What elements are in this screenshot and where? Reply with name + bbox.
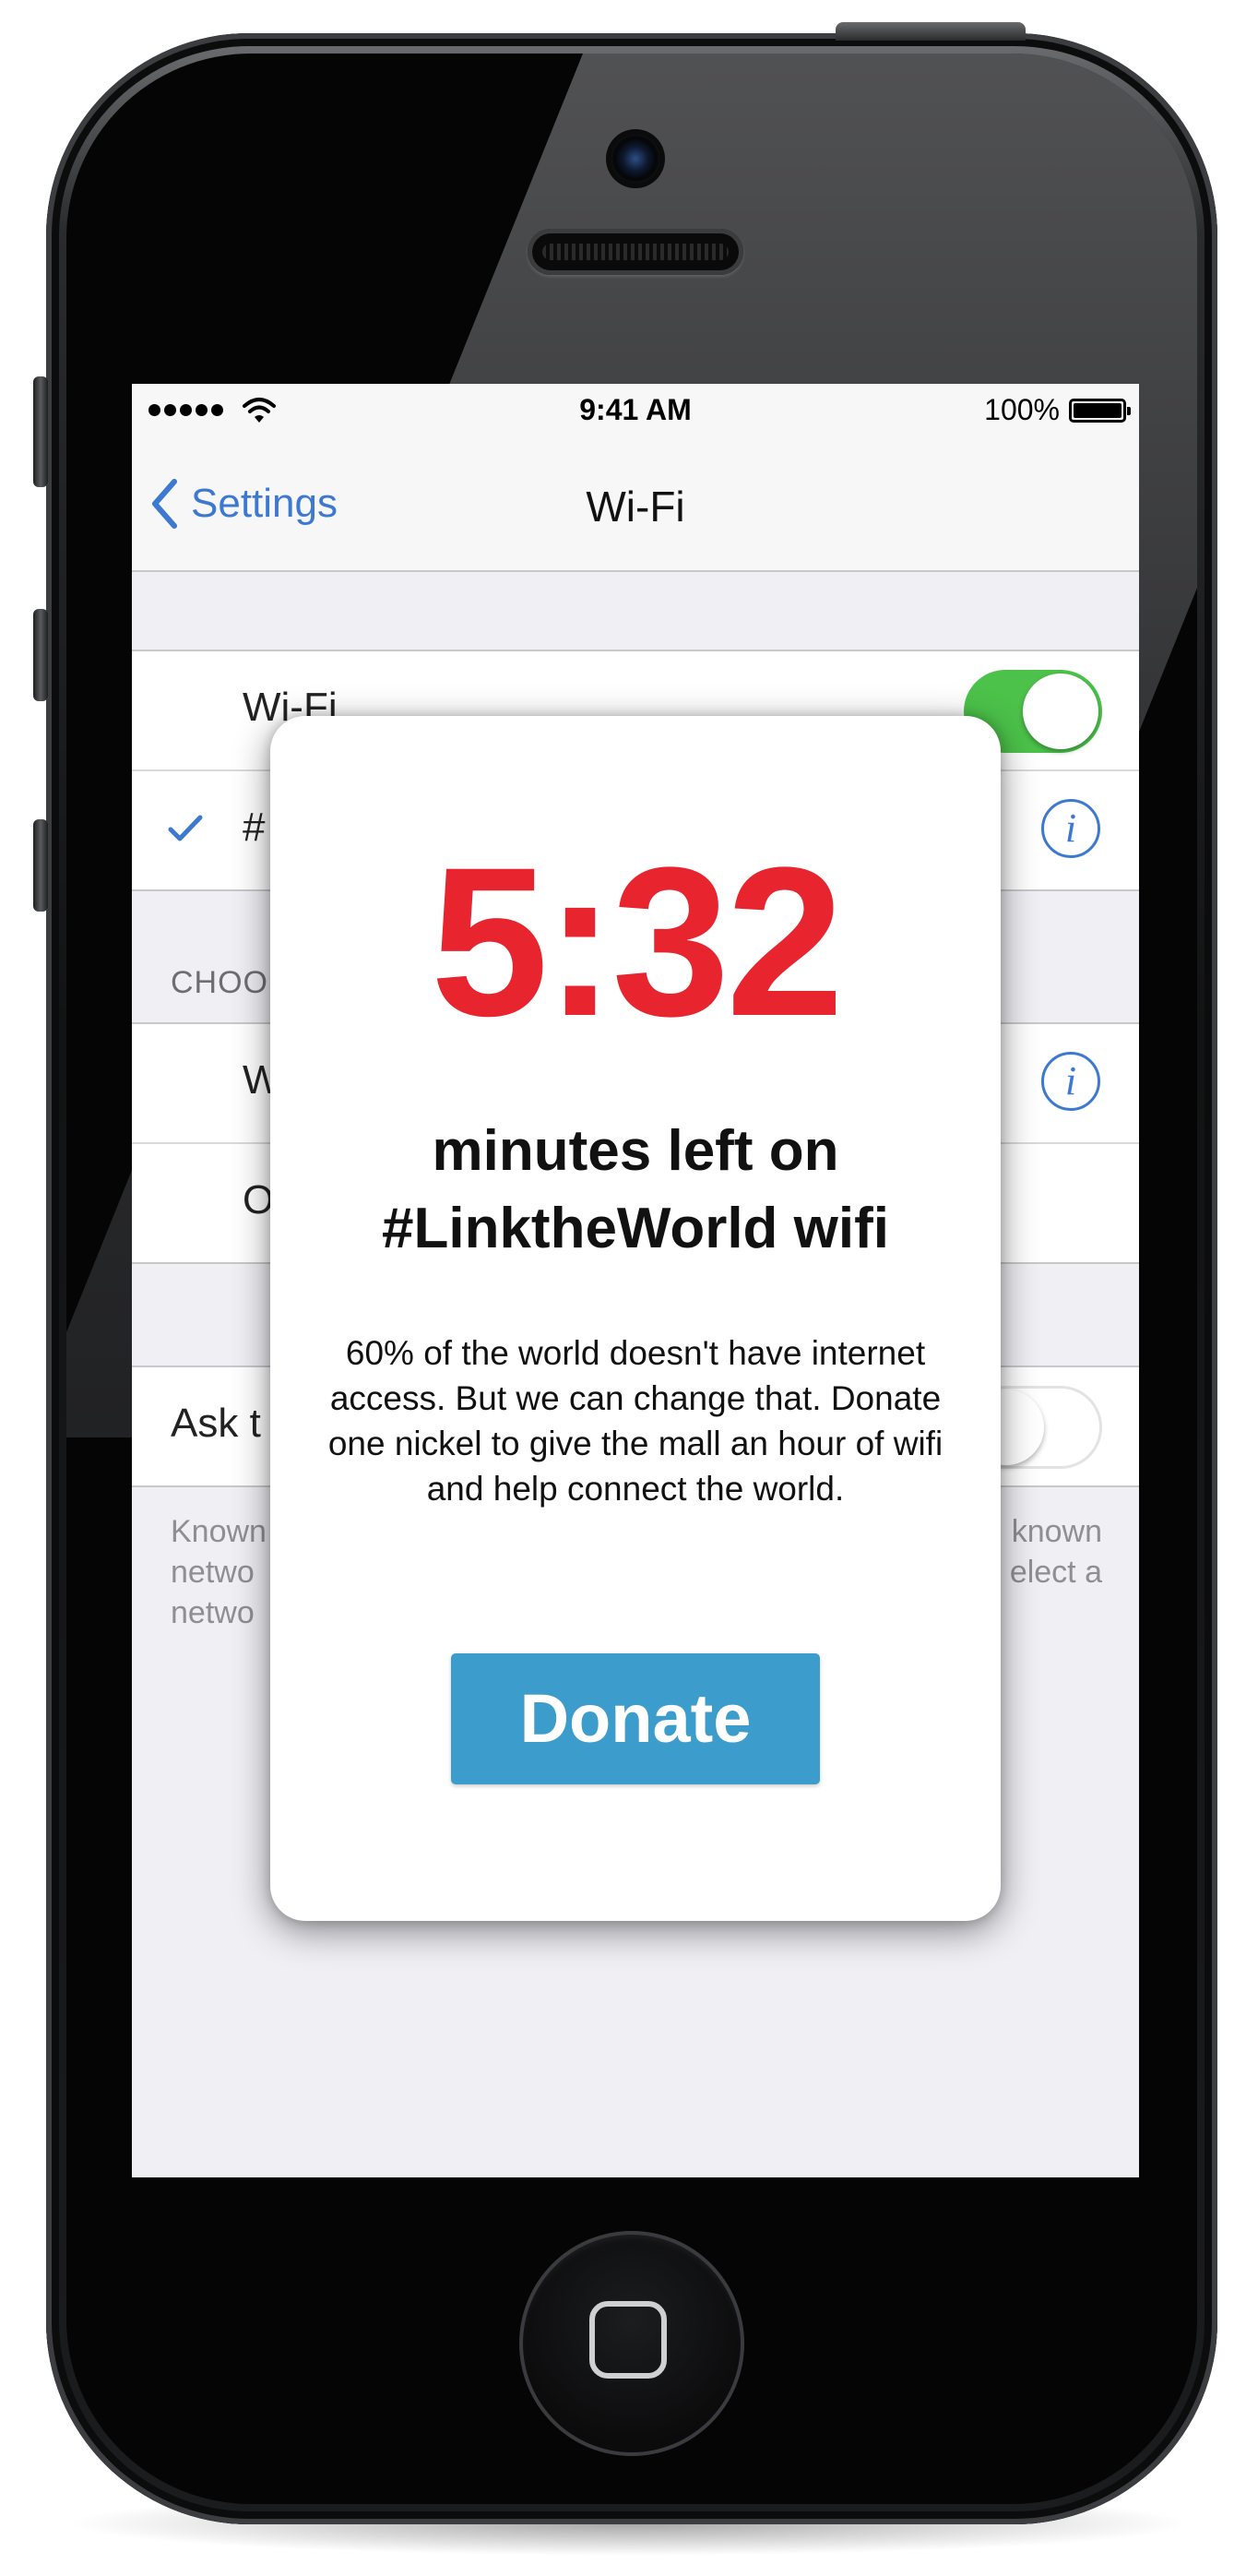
modal-headline: minutes left on #LinktheWorld wifi: [382, 1119, 889, 1260]
modal-body: 60% of the world doesn't have internet a…: [327, 1334, 944, 1508]
donation-modal: 5:32 minutes left on #LinktheWorld wifi …: [270, 716, 1001, 1921]
volume-up-button: [33, 609, 48, 701]
status-bar: 9:41 AM 100%: [132, 384, 1139, 439]
home-button-icon: [589, 2301, 667, 2379]
ask-to-join-label: Ask t: [171, 1401, 261, 1446]
footer-left-line: netwo: [171, 1555, 255, 1590]
footer-left-line: netwo: [171, 1595, 255, 1630]
front-camera: [611, 135, 659, 183]
checkmark-icon: [168, 815, 203, 841]
page-title: Wi-Fi: [586, 483, 685, 531]
earpiece-speaker: [528, 229, 743, 275]
footer-right-line: elect a: [1009, 1555, 1102, 1590]
donate-button[interactable]: Donate: [451, 1653, 820, 1784]
connected-network-name: #: [243, 805, 266, 850]
navigation-bar: Settings Wi-Fi: [132, 439, 1139, 572]
battery-percent: 100%: [984, 393, 1060, 426]
mute-switch: [33, 376, 48, 487]
info-icon[interactable]: i: [1041, 799, 1100, 858]
battery-icon: [1069, 399, 1131, 423]
footer-right-line: known: [1011, 1514, 1102, 1549]
home-button[interactable]: [519, 2231, 744, 2456]
choose-network-header: CHOO: [171, 965, 268, 1000]
volume-down-button: [33, 819, 48, 912]
countdown-timer: 5:32: [430, 823, 844, 1060]
info-icon[interactable]: i: [1041, 1052, 1100, 1111]
footer-left-line: Known: [171, 1514, 267, 1549]
power-button: [836, 22, 1026, 41]
